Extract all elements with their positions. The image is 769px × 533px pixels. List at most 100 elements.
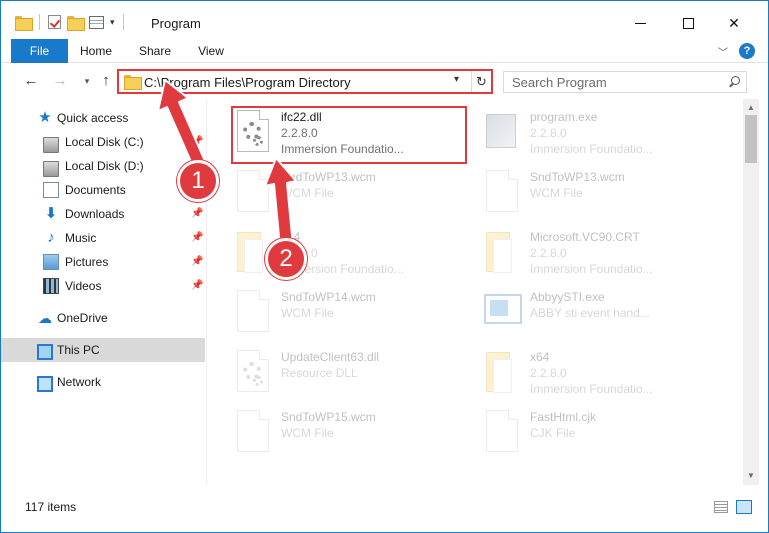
file-list: ifc22.dll 2.2.8.0 Immersion Foundatio...… [208,99,742,485]
sidebar-item-onedrive[interactable]: ☁ OneDrive [1,306,205,330]
file-name: SndToWP15.wcm [281,410,376,424]
search-icon[interactable] [728,76,740,88]
exe-icon [482,110,524,158]
file-company: Immersion Foundatio... [530,142,653,156]
address-path[interactable]: C:\Program Files\Program Directory [144,75,351,90]
sidebar-item-this-pc[interactable]: This PC [1,338,205,362]
file-name: SndToWP13.wcm [281,170,376,184]
file-item-ifc22-dll[interactable]: ifc22.dll 2.2.8.0 Immersion Foundatio... [231,106,467,164]
disk-icon [43,161,59,177]
file-item[interactable]: SndToWP15.wcm WCM File [233,408,483,464]
details-view-icon[interactable] [714,501,728,513]
navigation-row: ← → ▾ ↑ C:\Program Files\Program Directo… [1,63,768,99]
file-item[interactable]: FastHtml.cjk CJK File [482,408,732,464]
sidebar-item-quick-access[interactable]: ★ Quick access [1,106,205,130]
sidebar-item-local-disk-c[interactable]: Local Disk (C:) 📌 [1,130,205,154]
sidebar-item-network[interactable]: Network [1,370,205,394]
help-icon[interactable]: ? [739,43,755,59]
file-name: SndToWP13.wcm [530,170,625,184]
file-version: 2.2.8.0 [530,366,567,380]
tab-view[interactable]: View [191,39,231,63]
pin-icon: 📌 [191,232,204,243]
file-item[interactable]: x64 2.2.8.0 Immersion Foundatio... [482,348,732,404]
title-bar: ▾ Program ✕ [1,1,768,39]
up-button[interactable]: ↑ [96,71,116,91]
back-button[interactable]: ← [21,71,41,91]
sidebar-item-label: Network [57,375,102,389]
scroll-up-icon[interactable]: ▲ [747,103,755,112]
file-version: 2.2.8.0 [281,126,318,140]
file-name: program.exe [530,110,598,124]
minimize-icon [634,22,646,24]
maximize-button[interactable] [665,9,711,37]
folder-icon[interactable] [15,15,33,31]
recent-locations-button[interactable]: ▾ [77,71,97,91]
forward-button[interactable]: → [50,71,70,91]
documents-icon [43,182,59,198]
refresh-button[interactable]: ↻ [471,71,491,92]
file-item-program-exe[interactable]: program.exe 2.2.8.0 Immersion Foundatio.… [482,108,732,164]
file-type: WCM File [281,186,334,200]
sidebar-item-local-disk-d[interactable]: Local Disk (D:) [1,154,205,178]
sidebar-item-label: Local Disk (D:) [65,159,144,173]
minimize-button[interactable] [617,9,663,37]
callout-badge-2: 2 [265,238,307,280]
music-icon: ♪ [47,229,55,246]
search-input[interactable]: Search Program [503,71,747,93]
properties-check-icon[interactable] [48,15,61,29]
pictures-icon [43,254,59,270]
scroll-thumb[interactable] [745,115,757,163]
file-item[interactable]: Microsoft.VC90.CRT 2.2.8.0 Immersion Fou… [482,228,732,284]
document-icon [233,410,275,458]
quick-access-toolbar: ▾ [15,13,126,31]
network-icon [37,376,53,392]
sidebar-item-label: Quick access [57,111,129,125]
large-icons-view-icon[interactable] [736,500,752,514]
videos-icon [43,278,59,294]
sidebar-item-documents[interactable]: Documents 📌 [1,178,205,202]
sidebar-item-label: Pictures [65,255,109,269]
file-name: SndToWP14.wcm [281,290,376,304]
file-item[interactable]: SndToWP13.wcm WCM File [482,168,732,224]
address-bar[interactable]: C:\Program Files\Program Directory ▾ ↻ [117,69,493,94]
pin-icon: 📌 [191,280,204,291]
tab-share[interactable]: Share [133,39,177,63]
file-company: Immersion Foundatio... [281,142,404,156]
file-item[interactable]: UpdateClient63.dll Resource DLL [233,348,483,404]
new-folder-icon[interactable] [67,15,85,31]
properties-icon[interactable] [89,15,104,29]
pin-icon: 📌 [191,136,204,147]
tab-file[interactable]: File [11,39,68,63]
file-company: Immersion Foundatio... [530,382,653,396]
file-item[interactable]: SndToWP14.wcm WCM File [233,288,483,344]
file-item[interactable]: AbbyySTI.exe ABBY sti event hand... [482,288,732,344]
navigation-pane: ★ Quick access Local Disk (C:) 📌 Local D… [1,99,207,485]
sidebar-item-label: Videos [65,279,102,293]
file-type: WCM File [281,426,334,440]
sidebar-item-label: Music [65,231,97,245]
chevron-down-icon[interactable]: ▾ [110,17,115,28]
file-name: UpdateClient63.dll [281,350,380,364]
sidebar-item-music[interactable]: ♪ Music 📌 [1,226,205,250]
scroll-down-icon[interactable]: ▼ [747,471,755,480]
file-description: ABBY sti event hand... [530,306,650,320]
tab-home[interactable]: Home [75,39,117,63]
item-count: 117 items [25,500,77,514]
maximize-icon [682,17,694,29]
file-name: AbbyySTI.exe [530,290,605,304]
pin-icon: 📌 [191,208,204,219]
file-type: WCM File [281,306,334,320]
address-dropdown-button[interactable]: ▾ [454,74,459,85]
sidebar-item-label: Downloads [65,207,125,221]
document-icon [233,170,275,218]
file-name: FastHtml.cjk [530,410,596,424]
close-icon: ✕ [728,14,740,31]
sidebar-item-pictures[interactable]: Pictures 📌 [1,250,205,274]
sidebar-item-videos[interactable]: Videos 📌 [1,274,205,298]
app-icon [482,290,524,338]
file-item[interactable]: SndToWP13.wcm WCM File [233,168,483,224]
vertical-scrollbar[interactable]: ▲ ▼ [743,99,759,485]
expand-ribbon-icon[interactable]: ﹀ [718,44,728,59]
close-button[interactable]: ✕ [711,9,757,37]
sidebar-item-downloads[interactable]: ⬇ Downloads 📌 [1,202,205,226]
